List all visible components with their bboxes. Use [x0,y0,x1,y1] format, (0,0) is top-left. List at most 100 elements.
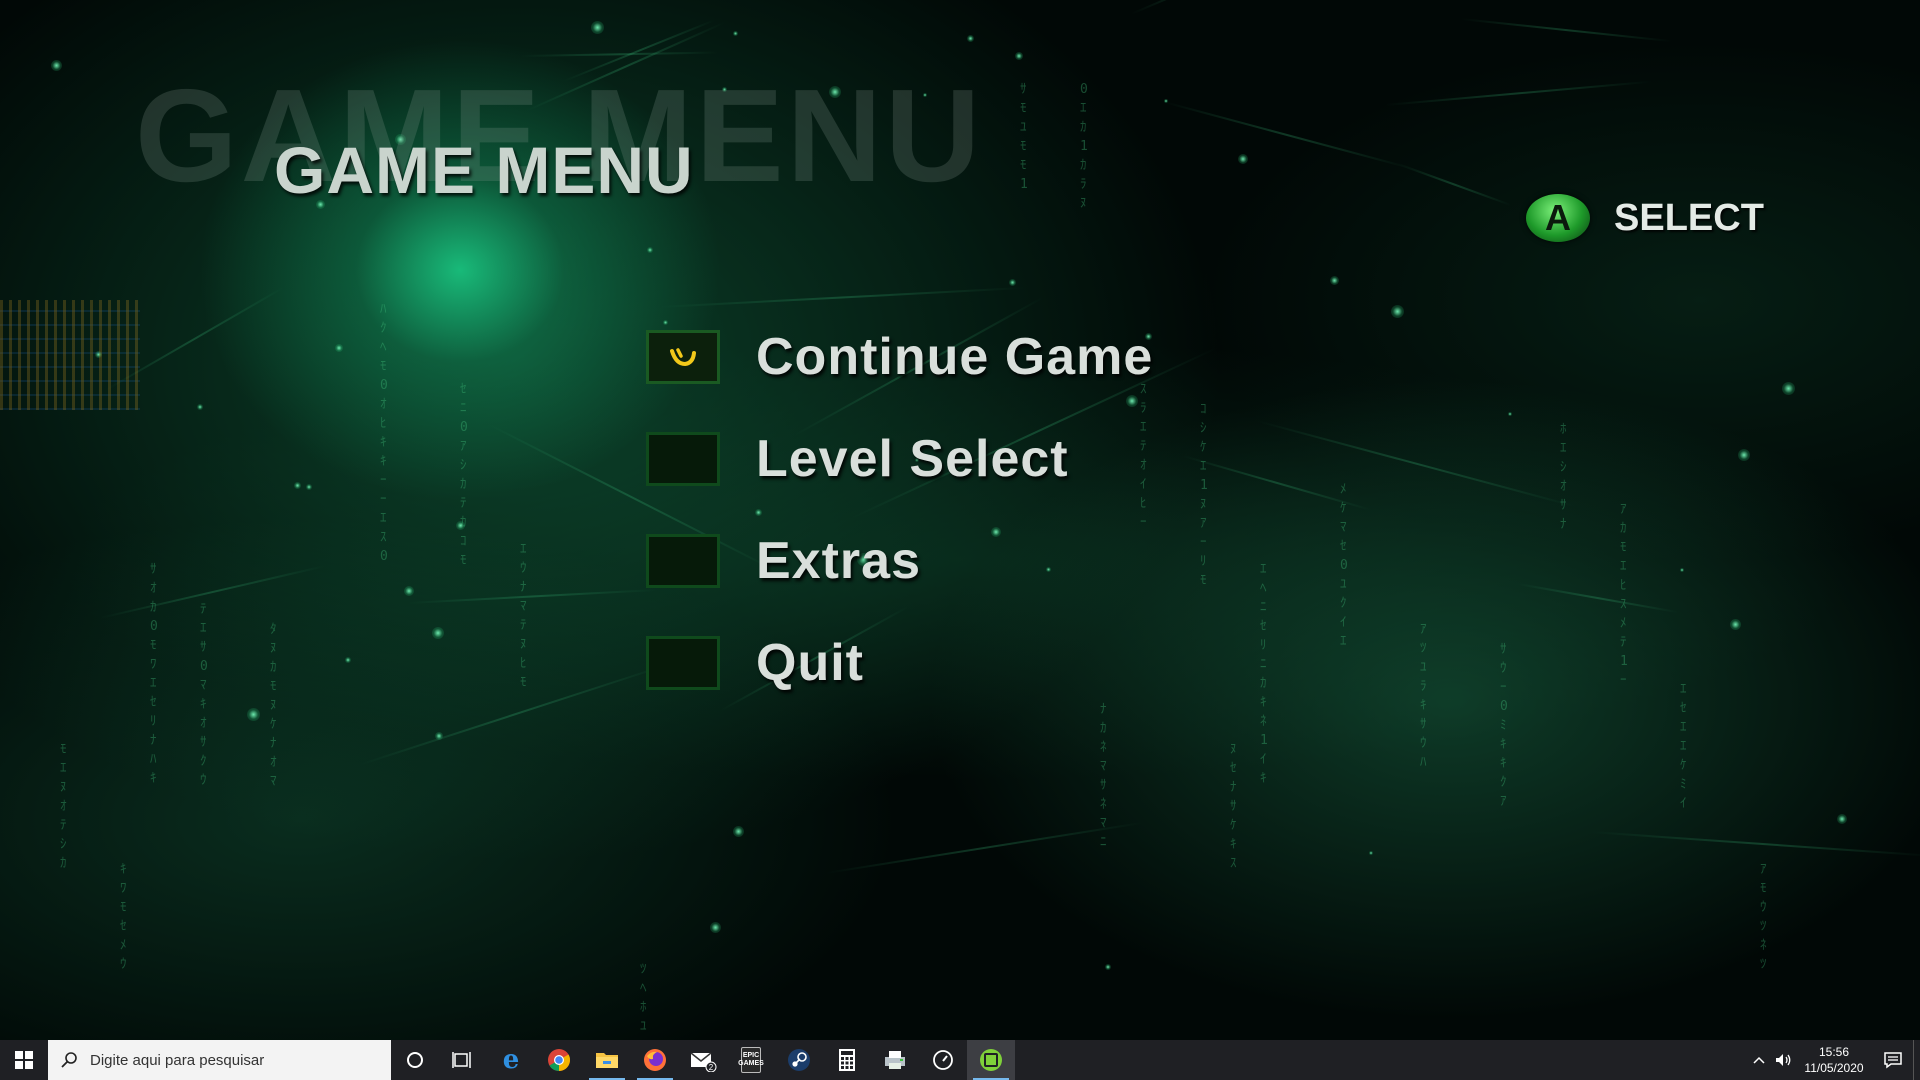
calculator-button[interactable] [823,1040,871,1080]
glow-particle [335,344,343,352]
menu-item-continue-game[interactable]: Continue Game [646,326,1153,388]
glow-particle [663,320,668,325]
search-input[interactable] [88,1050,382,1070]
network-line [358,663,671,766]
glow-particle [247,708,260,721]
glow-particle [294,482,301,489]
screen: ｻ ｵ ｶ 0 ﾓ ﾜ ｴ ｾ ﾘ ﾅ ﾊ ｷ ﾃ ｴ ｻ 0 ﾏ ｷ ｵ ｻ … [0,0,1920,1080]
glow-particle [345,657,351,663]
menu-item-level-select[interactable]: Level Select [646,428,1069,490]
code-rain-column: ｴ ｾ ｴ ｴ ｹ ﾐ ｲ [1680,682,1687,811]
menu-item-label: Continue Game [756,328,1154,386]
svg-text:2: 2 [709,1063,714,1072]
code-rain-column: ｴ ｳ ﾅ ﾏ ﾃ ﾇ ﾋ ﾓ [520,542,527,690]
show-desktop-button[interactable] [1913,1040,1920,1080]
network-line [1460,18,1672,43]
cortana-icon [407,1052,423,1068]
network-line [1590,831,1920,858]
network-line [1163,101,1412,170]
menu-checkbox[interactable] [646,534,720,588]
code-rain-column: ｻ ｳ ｰ 0 ﾐ ｷ ｷ ｸ ｱ [1500,642,1508,809]
glow-particle [1105,964,1111,970]
glow-particle [456,521,465,530]
menu-checkbox[interactable] [646,636,720,690]
search-box[interactable] [48,1040,391,1080]
firefox-icon [644,1049,666,1071]
code-rain-column: ﾎ ｴ ｼ ｵ ｻ ﾅ [1560,422,1567,532]
glow-particle [404,586,414,596]
menu-item-label: Level Select [756,430,1069,488]
clock[interactable]: 15:56 11/05/2020 [1795,1040,1873,1080]
code-rain-column: ｺ ｼ ｹ ｴ 1 ﾇ ｱ ｰ ﾘ ﾓ [1200,402,1208,588]
speedometer-icon [933,1050,953,1070]
a-button-icon: A [1526,194,1590,242]
glow-particle [1782,382,1795,395]
code-rain-column: ｾ ﾆ 0 ｱ ｼ ｶ ﾃ ｶ ｺ ﾓ [460,382,468,568]
game-app-icon [980,1049,1002,1071]
steam-icon [788,1049,810,1071]
code-rain-column: ﾓ ｴ ﾇ ｵ ﾃ ｼ ｶ [60,742,67,871]
taskbar: e [0,1040,1920,1080]
game-app-button[interactable] [967,1040,1015,1080]
mail-icon: 2 [690,1052,717,1072]
network-line [1130,0,1310,15]
calculator-icon [839,1049,855,1071]
glow-particle [1330,276,1339,285]
mail-button[interactable]: 2 [679,1040,727,1080]
printer-button[interactable] [871,1040,919,1080]
a-button-letter: A [1545,197,1571,238]
glow-particle [1238,154,1248,164]
menu-item-quit[interactable]: Quit [646,632,864,694]
code-rain-column: ｱ ｶ ﾓ ｴ ﾋ ｽ ﾒ ﾃ 1 ｰ [1620,502,1628,688]
glow-particle [591,21,604,34]
printer-icon [885,1051,905,1069]
glow-particle [733,826,744,837]
file-explorer-icon [596,1053,618,1068]
epic-games-button[interactable]: EPIC GAMES [727,1040,775,1080]
glow-particle [51,60,62,71]
firefox-button[interactable] [631,1040,679,1080]
glow-particle [1730,619,1741,630]
speedometer-button[interactable] [919,1040,967,1080]
code-rain-column: ﾃ ｴ ｻ 0 ﾏ ｷ ｵ ｻ ｸ ｳ [200,602,208,788]
volume-icon[interactable] [1771,1040,1795,1080]
glow-particle [991,527,1001,537]
menu-item-label: Extras [756,532,921,590]
glow-particle [1837,814,1847,824]
glow-particle [967,35,974,42]
code-rain-column: ﾀ ﾇ ｶ ﾓ ﾇ ｹ ﾅ ｵ ﾏ [270,622,277,789]
pixel-artifact [0,300,140,410]
glow-particle [197,404,203,410]
game-window[interactable]: ｻ ｵ ｶ 0 ﾓ ﾜ ｴ ｾ ﾘ ﾅ ﾊ ｷ ﾃ ｴ ｻ 0 ﾏ ｷ ｵ ｻ … [0,0,1920,1040]
menu-item-extras[interactable]: Extras [646,530,921,592]
edge-button[interactable]: e [487,1040,535,1080]
glow-particle [1009,279,1016,286]
chevron-up-icon[interactable] [1747,1040,1771,1080]
glow-particle [755,509,762,516]
menu-checkbox[interactable] [646,432,720,486]
chrome-button[interactable] [535,1040,583,1080]
edge-icon: e [502,1045,520,1075]
task-view-button[interactable] [439,1040,487,1080]
code-rain-column: ｻ ﾓ ﾕ ﾓ ﾓ 1 [1020,82,1028,192]
glow-particle [1369,851,1373,855]
notification-button[interactable] [1873,1040,1913,1080]
glow-particle [1046,567,1051,572]
clock-date: 11/05/2020 [1804,1061,1864,1075]
network-line [659,286,1025,308]
steam-button[interactable] [775,1040,823,1080]
glow-particle [1015,52,1023,60]
epic-games-icon: EPIC GAMES [738,1047,764,1073]
search-icon [61,1052,77,1068]
code-rain-column: ｱ ﾓ ｳ ﾂ ﾈ ﾂ [1760,862,1767,972]
menu-checkbox[interactable] [646,330,720,384]
select-hint: A SELECT [1526,194,1764,242]
cortana-button[interactable] [391,1040,439,1080]
file-explorer-button[interactable] [583,1040,631,1080]
code-rain-column: ﾂ ﾍ ﾎ ﾕ [640,962,647,1034]
start-button[interactable] [0,1040,48,1080]
chrome-icon [548,1049,570,1071]
glow-particle [647,247,653,253]
network-line [825,821,1144,874]
glow-particle [306,484,312,490]
